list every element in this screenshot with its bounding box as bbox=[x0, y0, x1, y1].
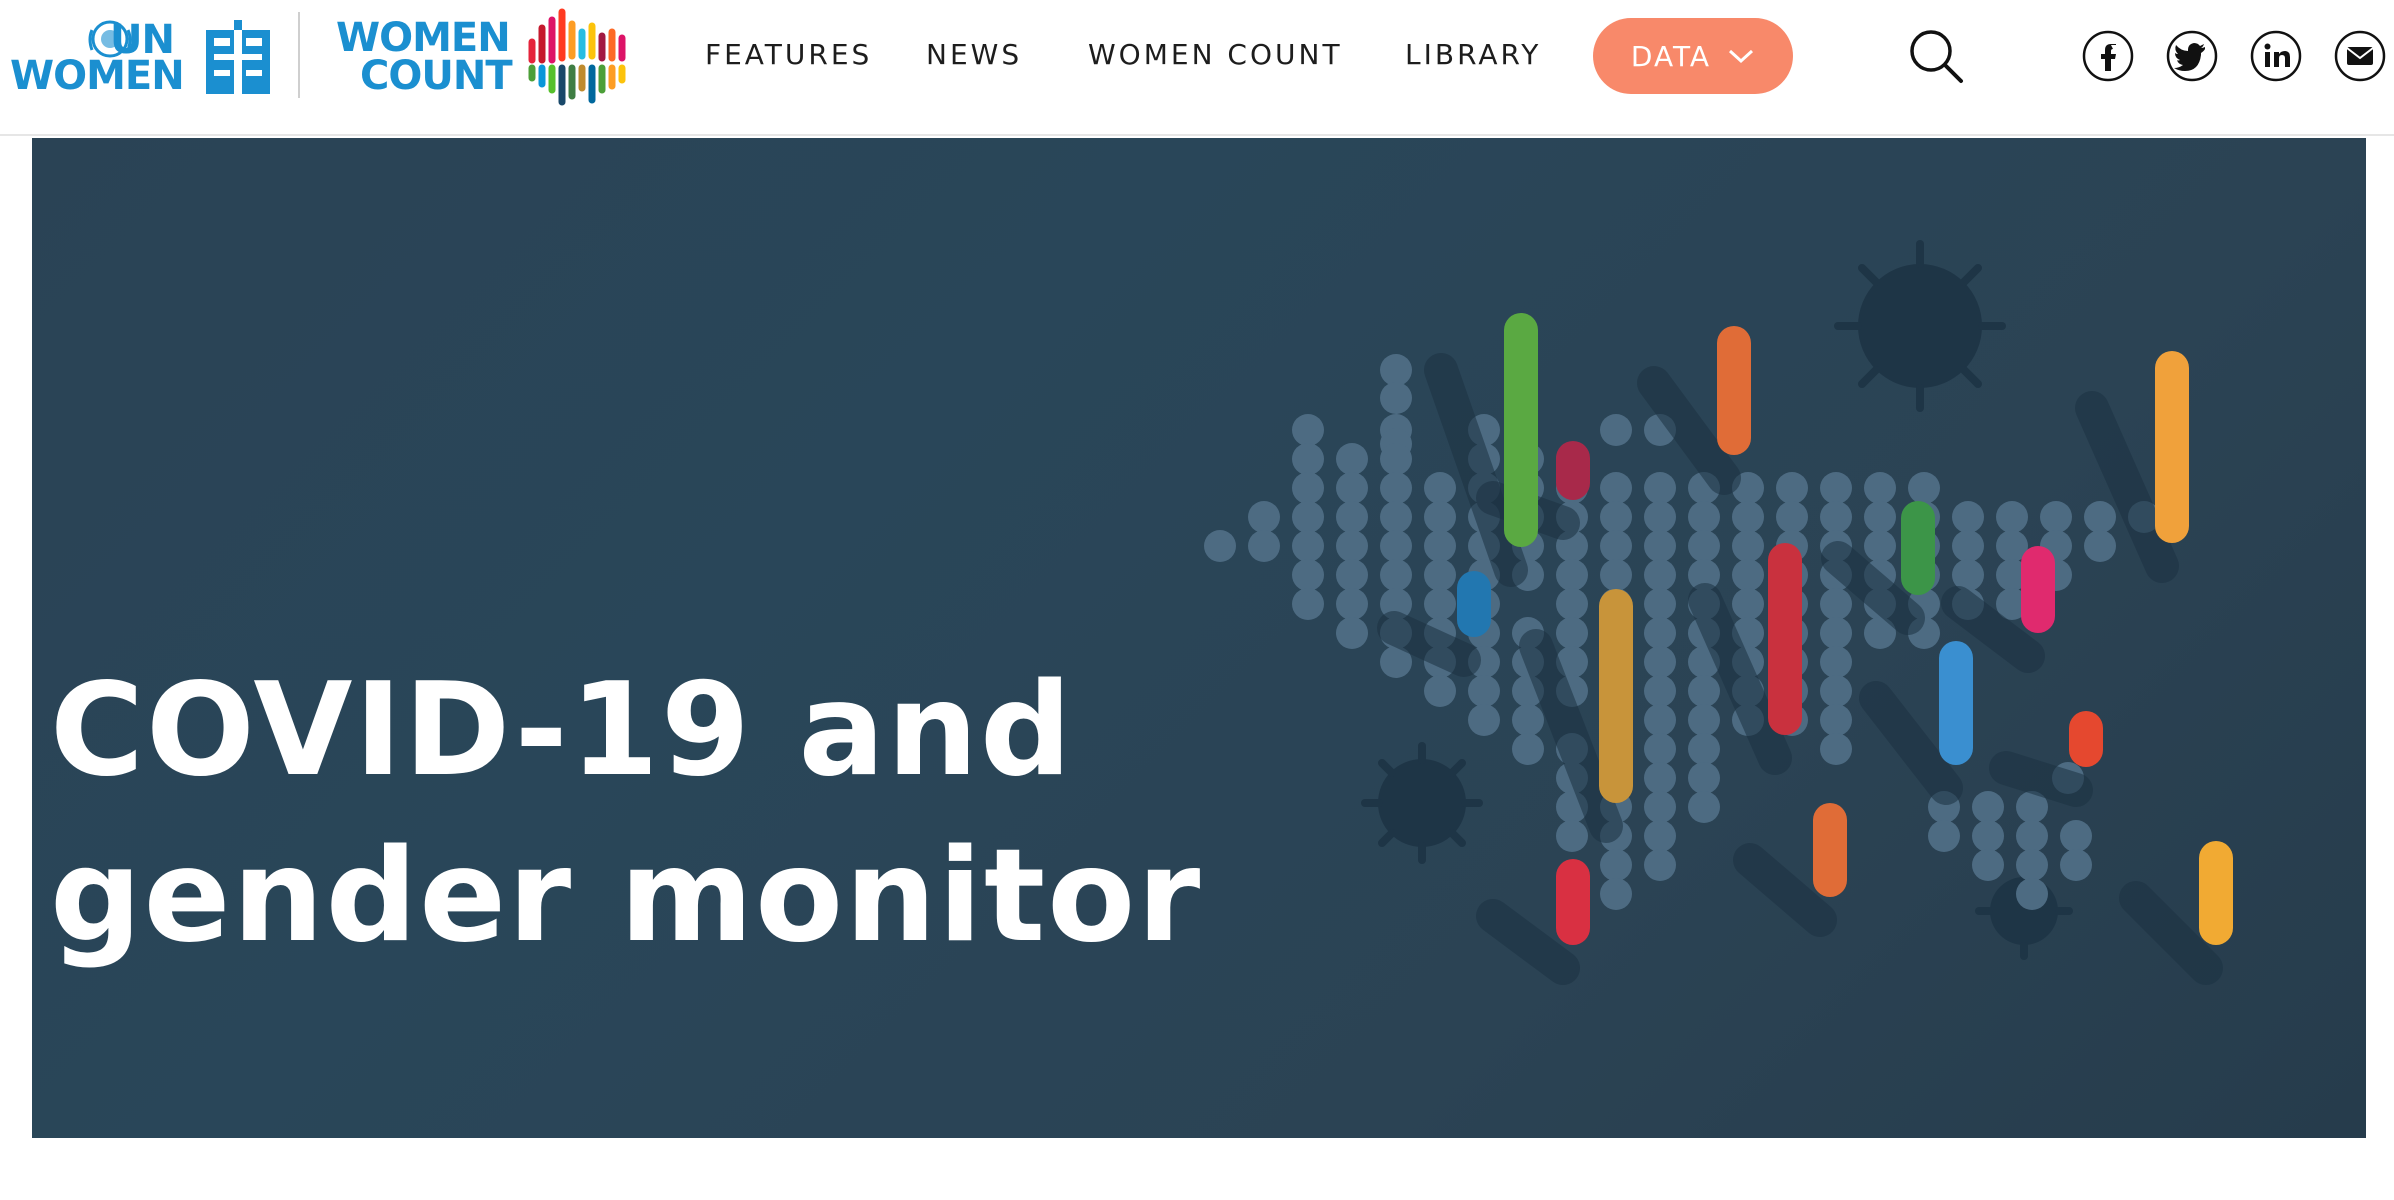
women-symbol-icon bbox=[206, 20, 270, 94]
nav-women-count[interactable]: WOMEN COUNT bbox=[1088, 38, 1343, 71]
women-count-logo[interactable]: WOMEN COUNT bbox=[336, 6, 636, 106]
hero-title-line1: COVID-19 and bbox=[50, 656, 1074, 805]
facebook-icon[interactable] bbox=[2082, 30, 2134, 82]
un-women-logo[interactable]: UN WOMEN bbox=[10, 18, 270, 98]
hero-title-line2: gender monitor bbox=[50, 822, 1203, 971]
covid-data-illustration bbox=[1204, 240, 2233, 985]
nav-library[interactable]: LIBRARY bbox=[1405, 38, 1541, 71]
wc-logo-line2: COUNT bbox=[360, 53, 513, 99]
nav-features[interactable]: FEATURES bbox=[705, 38, 872, 71]
bar-shadow bbox=[1989, 751, 2093, 807]
bar-shadow bbox=[1476, 899, 1580, 985]
search-icon[interactable] bbox=[1908, 28, 1964, 84]
data-button-label: DATA bbox=[1630, 39, 1712, 73]
bar-shadow bbox=[2119, 881, 2223, 985]
data-dropdown-button[interactable]: DATA bbox=[1593, 18, 1793, 94]
email-icon[interactable] bbox=[2334, 30, 2386, 82]
chevron-down-icon bbox=[1729, 49, 1754, 64]
bar-shadow bbox=[1859, 681, 1963, 805]
bar-shadow bbox=[1733, 843, 1837, 937]
wc-logo-line1: WOMEN bbox=[336, 15, 511, 61]
twitter-icon[interactable] bbox=[2166, 30, 2218, 82]
un-logo-line2: WOMEN bbox=[10, 53, 185, 99]
site-header: UN WOMEN WOMEN COUNT FEATURES NEWS WOMEN… bbox=[0, 0, 2394, 136]
linkedin-icon[interactable] bbox=[2250, 30, 2302, 82]
nav-news[interactable]: NEWS bbox=[926, 38, 1022, 71]
hero-title: COVID-19 and gender monitor bbox=[50, 648, 1250, 980]
bars-logo-icon bbox=[528, 8, 626, 106]
hero-banner: COVID-19 and gender monitor bbox=[32, 138, 2366, 1138]
logo-divider bbox=[298, 12, 300, 98]
